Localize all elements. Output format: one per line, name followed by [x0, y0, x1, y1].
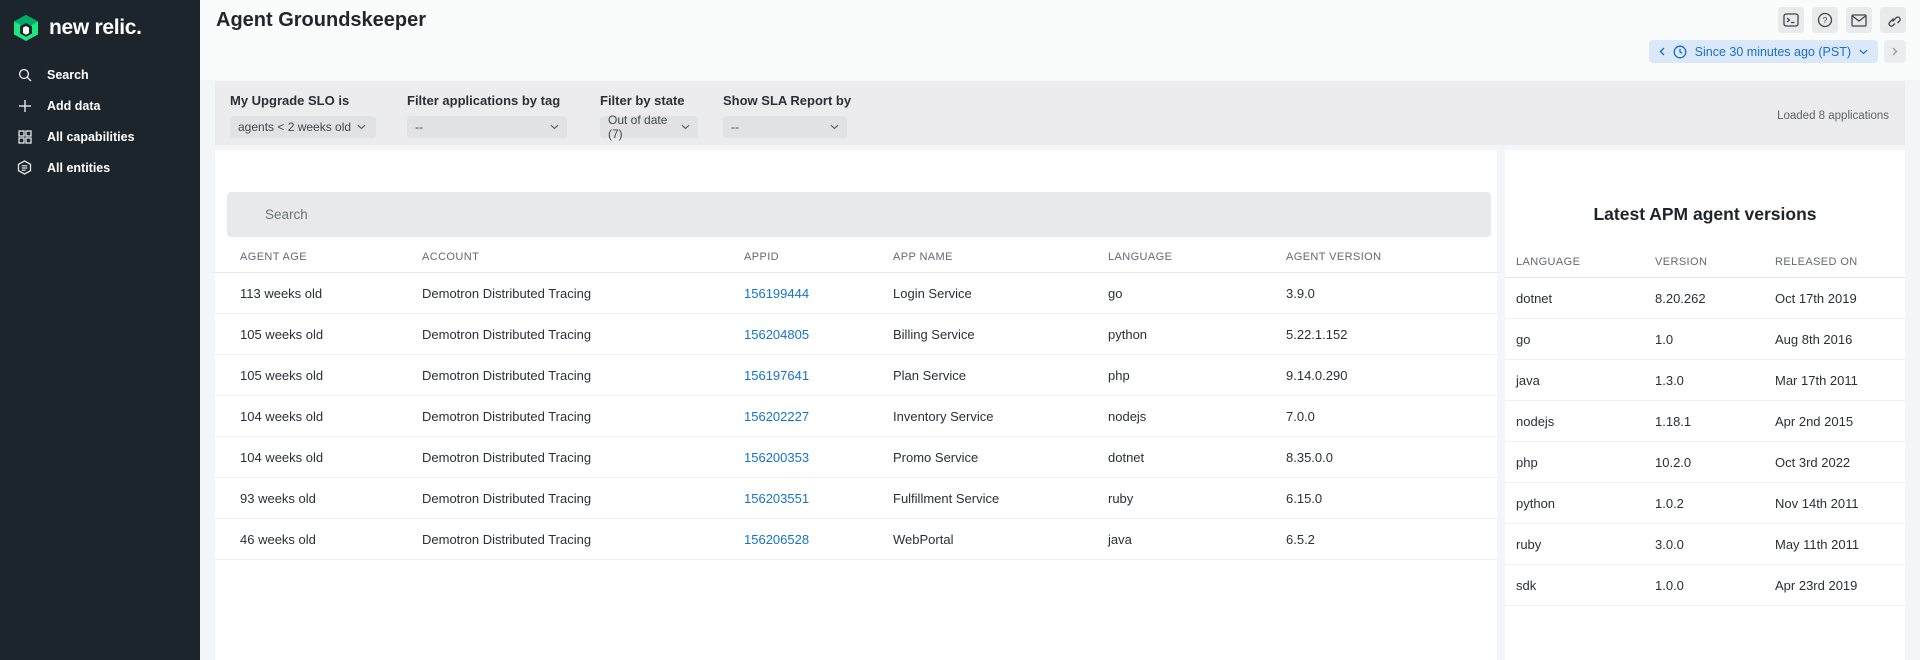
- time-picker-label: Since 30 minutes ago (PST): [1695, 45, 1851, 59]
- sidebar-item-all-entities[interactable]: All entities: [0, 152, 200, 183]
- appid-link[interactable]: 156197641: [744, 355, 809, 396]
- col-header-language: LANGUAGE: [1516, 256, 1580, 268]
- new-relic-logo[interactable]: new relic.: [0, 0, 200, 42]
- link-icon: [1886, 13, 1901, 28]
- versions-row: ruby 3.0.0 May 11th 2011: [1505, 524, 1905, 565]
- topbar: Agent Groundskeeper ?: [200, 0, 1920, 80]
- filter-state: Filter by state Out of date (7): [600, 93, 698, 138]
- col-header-released-on: RELEASED ON: [1775, 256, 1858, 268]
- page-title: Agent Groundskeeper: [216, 9, 426, 32]
- plus-icon: [17, 98, 32, 113]
- filter-tag-label: Filter applications by tag: [407, 93, 567, 108]
- main-area: Agent Groundskeeper ?: [200, 0, 1920, 660]
- appid-link[interactable]: 156204805: [744, 314, 809, 355]
- filter-state-dropdown[interactable]: Out of date (7): [600, 116, 698, 138]
- chevron-left-icon[interactable]: [1659, 47, 1665, 56]
- share-link-button[interactable]: [1880, 7, 1906, 33]
- filter-upgrade-slo-label: My Upgrade SLO is: [230, 93, 376, 108]
- chevron-down-icon: [357, 124, 366, 130]
- col-header-account: ACCOUNT: [422, 251, 479, 263]
- versions-table-header: LANGUAGE VERSION RELEASED ON: [1505, 250, 1905, 278]
- table-row: 104 weeks old Demotron Distributed Traci…: [215, 437, 1497, 478]
- clock-icon: [1673, 45, 1687, 59]
- sidebar-item-search[interactable]: Search: [0, 59, 200, 90]
- sidebar-nav: Search Add data All capabilities All ent…: [0, 59, 200, 183]
- col-header-app-name: APP NAME: [893, 251, 953, 263]
- chevron-down-icon: [681, 124, 690, 130]
- search-icon: [17, 67, 32, 82]
- time-picker-row: Since 30 minutes ago (PST): [1649, 40, 1906, 63]
- appid-link[interactable]: 156202227: [744, 396, 809, 437]
- filter-sla-report-dropdown[interactable]: --: [723, 116, 847, 138]
- help-button[interactable]: ?: [1812, 7, 1838, 33]
- terminal-button[interactable]: [1778, 7, 1804, 33]
- mail-button[interactable]: [1846, 7, 1872, 33]
- brand-wordmark: new relic.: [49, 16, 142, 40]
- time-forward-button[interactable]: [1884, 40, 1906, 63]
- table-row: 105 weeks old Demotron Distributed Traci…: [215, 355, 1497, 396]
- table-row: 46 weeks old Demotron Distributed Tracin…: [215, 519, 1497, 560]
- appid-link[interactable]: 156203551: [744, 478, 809, 519]
- filter-sla-report: Show SLA Report by --: [723, 93, 851, 138]
- terminal-icon: [1783, 13, 1799, 27]
- filter-state-label: Filter by state: [600, 93, 698, 108]
- grid-icon: [17, 129, 32, 144]
- table-row: 105 weeks old Demotron Distributed Traci…: [215, 314, 1497, 355]
- col-header-agent-version: AGENT VERSION: [1286, 251, 1381, 263]
- mail-icon: [1851, 14, 1867, 27]
- versions-row: python 1.0.2 Nov 14th 2011: [1505, 483, 1905, 524]
- chevron-down-icon: [550, 124, 559, 130]
- appid-link[interactable]: 156206528: [744, 519, 809, 560]
- appid-link[interactable]: 156200353: [744, 437, 809, 478]
- apps-table-header: AGENT AGE ACCOUNT APPID APP NAME LANGUAG…: [215, 247, 1497, 273]
- versions-row: nodejs 1.18.1 Apr 2nd 2015: [1505, 401, 1905, 442]
- chevron-down-icon: [1859, 49, 1868, 55]
- versions-row: php 10.2.0 Oct 3rd 2022: [1505, 442, 1905, 483]
- new-relic-logo-icon: [13, 14, 39, 42]
- search-input[interactable]: [227, 192, 1491, 237]
- time-picker[interactable]: Since 30 minutes ago (PST): [1649, 40, 1878, 63]
- filter-upgrade-slo: My Upgrade SLO is agents < 2 weeks old: [230, 93, 376, 138]
- versions-row: go 1.0 Aug 8th 2016: [1505, 319, 1905, 360]
- table-search: [227, 192, 1491, 237]
- latest-versions-title: Latest APM agent versions: [1505, 204, 1905, 225]
- hexagon-list-icon: [17, 160, 32, 175]
- versions-row: java 1.3.0 Mar 17th 2011: [1505, 360, 1905, 401]
- chevron-down-icon: [830, 124, 839, 130]
- topbar-actions: ?: [1778, 7, 1906, 33]
- col-header-agent-age: AGENT AGE: [240, 251, 307, 263]
- sidebar-item-add-data[interactable]: Add data: [0, 90, 200, 121]
- chevron-right-icon: [1892, 47, 1898, 56]
- appid-link[interactable]: 156199444: [744, 273, 809, 314]
- sidebar: new relic. Search Add data All capabilit…: [0, 0, 200, 660]
- filter-sla-report-label: Show SLA Report by: [723, 93, 851, 108]
- col-header-version: VERSION: [1655, 256, 1707, 268]
- help-icon: ?: [1817, 12, 1833, 28]
- svg-text:?: ?: [1823, 15, 1828, 25]
- col-header-appid: APPID: [744, 251, 779, 263]
- filter-upgrade-slo-dropdown[interactable]: agents < 2 weeks old: [230, 116, 376, 138]
- table-row: 113 weeks old Demotron Distributed Traci…: [215, 273, 1497, 314]
- filter-tag-dropdown[interactable]: --: [407, 116, 567, 138]
- loaded-applications-status: Loaded 8 applications: [1777, 110, 1889, 122]
- table-row: 104 weeks old Demotron Distributed Traci…: [215, 396, 1497, 437]
- latest-versions-card: Latest APM agent versions LANGUAGE VERSI…: [1505, 150, 1905, 660]
- versions-row: sdk 1.0.0 Apr 23rd 2019: [1505, 565, 1905, 606]
- outdated-apps-card: AGENT AGE ACCOUNT APPID APP NAME LANGUAG…: [215, 150, 1497, 660]
- versions-row: dotnet 8.20.262 Oct 17th 2019: [1505, 278, 1905, 319]
- filter-bar: My Upgrade SLO is agents < 2 weeks old F…: [215, 81, 1905, 145]
- table-row: 93 weeks old Demotron Distributed Tracin…: [215, 478, 1497, 519]
- filter-tag: Filter applications by tag --: [407, 93, 567, 138]
- sidebar-item-all-capabilities[interactable]: All capabilities: [0, 121, 200, 152]
- col-header-language: LANGUAGE: [1108, 251, 1172, 263]
